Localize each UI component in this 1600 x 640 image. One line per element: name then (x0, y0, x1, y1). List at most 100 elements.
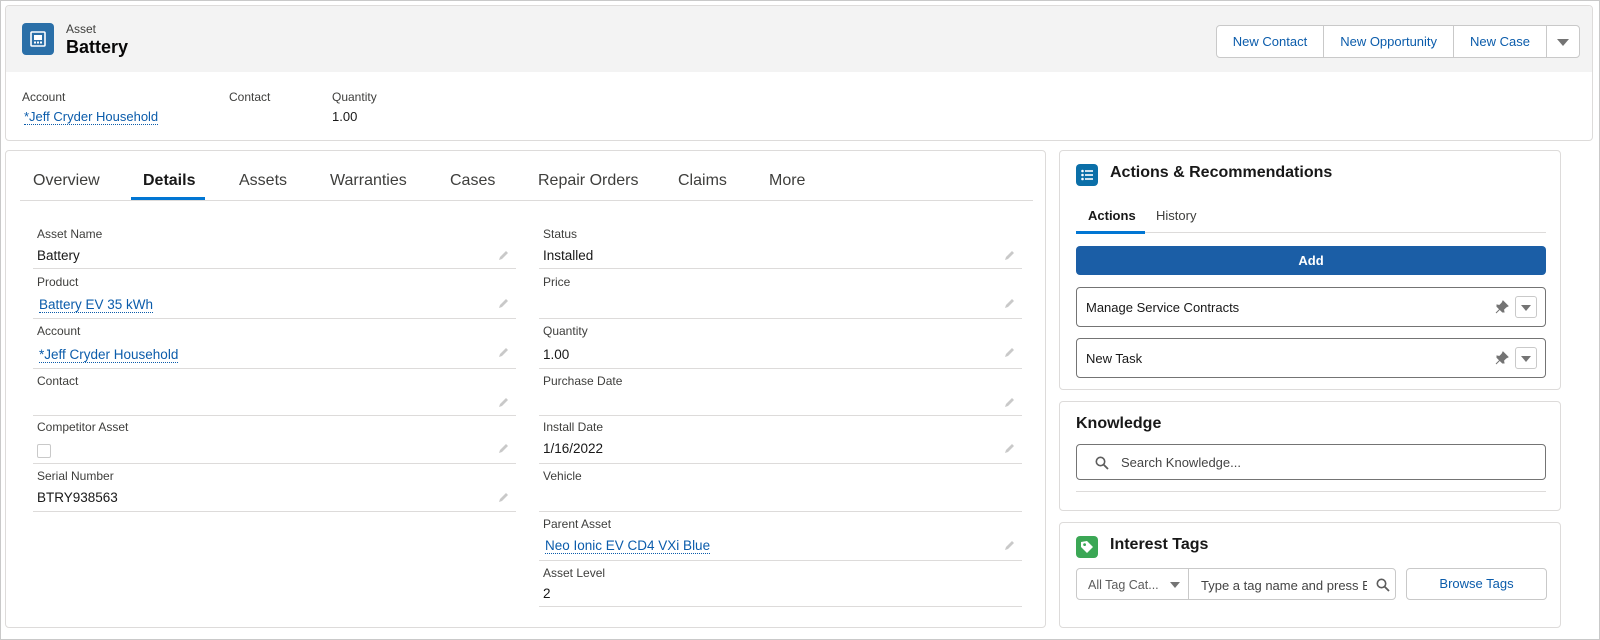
tag-search-group: All Tag Cat... (1076, 568, 1396, 600)
action-label: New Task (1086, 351, 1143, 366)
new-opportunity-button[interactable]: New Opportunity (1324, 26, 1455, 57)
action-label: Manage Service Contracts (1086, 300, 1240, 315)
tab-overview[interactable]: Overview (33, 172, 100, 190)
chevron-down-icon (1170, 582, 1180, 588)
edit-pencil-icon[interactable] (498, 491, 510, 503)
field-status: Status Installed (539, 223, 1022, 269)
highlight-label: Contact (229, 90, 271, 104)
tab-more[interactable]: More (769, 172, 805, 190)
field-install-date: Install Date 1/16/2022 (539, 416, 1022, 464)
tag-icon (1076, 536, 1098, 558)
field-label: Status (543, 227, 578, 241)
account-link[interactable]: *Jeff Cryder Household (39, 347, 179, 363)
tab-history[interactable]: History (1156, 208, 1196, 223)
field-label: Install Date (543, 420, 604, 434)
actions-recommendations-card: Actions & Recommendations Actions Histor… (1059, 150, 1561, 390)
record-title: Battery (66, 37, 129, 57)
edit-pencil-icon[interactable] (1004, 249, 1016, 261)
field-vehicle: Vehicle (539, 465, 1022, 512)
field-serial-number: Serial Number BTRY938563 (33, 465, 516, 512)
parent-asset-link[interactable]: Neo Ionic EV CD4 VXi Blue (545, 538, 711, 554)
header-bar: Asset Battery New Contact New Opportunit… (6, 6, 1592, 72)
chevron-down-icon (1521, 305, 1531, 311)
more-actions-button[interactable] (1547, 26, 1579, 57)
interest-tags-card: Interest Tags All Tag Cat... Browse Tags (1059, 522, 1561, 628)
action-item[interactable]: New Task (1076, 338, 1546, 378)
card-title: Actions & Recommendations (1110, 164, 1333, 181)
new-case-button[interactable]: New Case (1454, 26, 1547, 57)
page-frame: Asset Battery New Contact New Opportunit… (0, 0, 1600, 640)
add-button[interactable]: Add (1076, 246, 1546, 275)
tab-assets[interactable]: Assets (239, 172, 287, 190)
field-label: Competitor Asset (37, 420, 129, 434)
record-tabs: Overview Details Assets Warranties Cases… (20, 151, 1033, 201)
pin-icon[interactable] (1495, 300, 1509, 314)
field-quantity: Quantity 1.00 (539, 320, 1022, 369)
field-price: Price (539, 271, 1022, 319)
edit-pencil-icon[interactable] (1004, 346, 1016, 358)
search-icon (1095, 456, 1109, 470)
tab-divider (1076, 232, 1546, 233)
highlight-contact: Contact (229, 90, 270, 109)
active-tab-indicator (131, 197, 205, 200)
tab-actions[interactable]: Actions (1088, 208, 1136, 223)
field-parent-asset: Parent Asset Neo Ionic EV CD4 VXi Blue (539, 513, 1022, 561)
field-label: Serial Number (37, 469, 114, 483)
highlight-value: 1.00 (332, 109, 358, 124)
action-item[interactable]: Manage Service Contracts (1076, 287, 1546, 327)
knowledge-search-input[interactable] (1121, 453, 1521, 471)
account-link[interactable]: *Jeff Cryder Household (24, 109, 159, 125)
tag-name-input[interactable] (1201, 577, 1367, 593)
field-label: Product (37, 275, 79, 289)
edit-pencil-icon[interactable] (1004, 297, 1016, 309)
tab-cases[interactable]: Cases (450, 172, 495, 190)
tab-repair-orders[interactable]: Repair Orders (538, 172, 638, 190)
edit-pencil-icon[interactable] (498, 346, 510, 358)
action-menu-dropdown[interactable] (1515, 347, 1537, 369)
tab-warranties[interactable]: Warranties (330, 172, 407, 190)
field-competitor-asset: Competitor Asset (33, 416, 516, 464)
card-title: Interest Tags (1110, 536, 1209, 553)
chevron-down-icon (1521, 356, 1531, 362)
product-link[interactable]: Battery EV 35 kWh (39, 297, 154, 313)
record-header: Asset Battery New Contact New Opportunit… (5, 5, 1593, 141)
browse-tags-button[interactable]: Browse Tags (1406, 568, 1547, 600)
chevron-down-icon (1557, 39, 1569, 46)
highlight-label: Quantity (332, 90, 377, 104)
asset-icon (22, 23, 54, 55)
edit-pencil-icon[interactable] (498, 249, 510, 261)
field-value: BTRY938563 (37, 490, 118, 505)
field-value: 1.00 (543, 347, 570, 362)
edit-pencil-icon[interactable] (498, 396, 510, 408)
field-label: Vehicle (543, 469, 582, 483)
edit-pencil-icon[interactable] (498, 442, 510, 454)
edit-pencil-icon[interactable] (1004, 396, 1016, 408)
object-type-label: Asset (66, 22, 97, 36)
knowledge-search-field[interactable] (1076, 444, 1546, 480)
highlight-label: Account (22, 90, 66, 104)
details-card: Overview Details Assets Warranties Cases… (5, 150, 1046, 628)
competitor-asset-checkbox[interactable] (37, 444, 51, 458)
edit-pencil-icon[interactable] (1004, 539, 1016, 551)
divider (1076, 491, 1546, 492)
pin-icon[interactable] (1495, 351, 1509, 365)
search-icon[interactable] (1376, 578, 1390, 592)
tab-details[interactable]: Details (143, 172, 195, 190)
knowledge-card: Knowledge (1059, 401, 1561, 511)
header-action-buttons: New Contact New Opportunity New Case (1215, 25, 1580, 58)
field-value: Installed (543, 248, 594, 263)
action-menu-dropdown[interactable] (1515, 296, 1537, 318)
card-title: Knowledge (1076, 415, 1162, 432)
field-value: 2 (543, 586, 551, 601)
field-label: Asset Level (543, 566, 606, 580)
tag-category-select[interactable]: All Tag Cat... (1077, 569, 1189, 599)
field-value: Battery (37, 248, 80, 263)
highlight-quantity: Quantity 1.00 (332, 90, 377, 124)
tab-claims[interactable]: Claims (678, 172, 727, 190)
field-purchase-date: Purchase Date (539, 370, 1022, 416)
field-value: 1/16/2022 (543, 441, 604, 456)
tag-category-value: All Tag Cat... (1088, 578, 1159, 592)
edit-pencil-icon[interactable] (498, 297, 510, 309)
edit-pencil-icon[interactable] (1004, 442, 1016, 454)
new-contact-button[interactable]: New Contact (1217, 26, 1325, 57)
